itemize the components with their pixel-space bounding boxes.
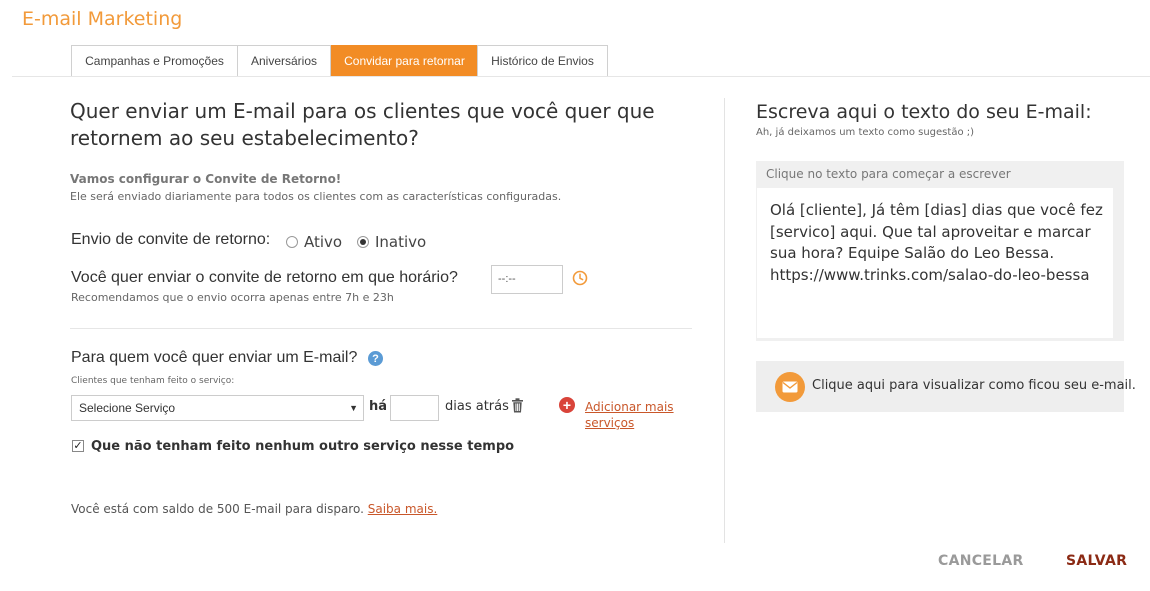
- clock-icon[interactable]: [572, 270, 588, 286]
- tabs-divider: [12, 76, 1150, 77]
- add-more-line2[interactable]: serviços: [585, 415, 674, 431]
- section-divider: [70, 328, 692, 329]
- time-hint: Recomendamos que o envio ocorra apenas e…: [71, 291, 394, 304]
- tab-historico[interactable]: Histórico de Envios: [477, 45, 608, 76]
- learn-more-link[interactable]: Saiba mais.: [368, 502, 438, 516]
- help-icon[interactable]: ?: [368, 351, 383, 366]
- cancel-button[interactable]: CANCELAR: [938, 553, 1024, 569]
- checkbox-label: Que não tenham feito nenhum outro serviç…: [91, 439, 515, 454]
- editor-hint: Clique no texto para começar a escrever: [766, 167, 1011, 181]
- editor-subtitle: Ah, já deixamos um texto como sugestão ;…: [756, 127, 975, 138]
- service-hint: Clientes que tenham feito o serviço:: [71, 376, 235, 386]
- add-more-services-link[interactable]: Adicionar mais serviços: [585, 399, 674, 431]
- config-title: Vamos configurar o Convite de Retorno!: [70, 172, 342, 186]
- tab-aniversarios[interactable]: Aniversários: [237, 45, 331, 76]
- tab-campanhas[interactable]: Campanhas e Promoções: [71, 45, 238, 76]
- mail-icon[interactable]: [775, 372, 805, 402]
- config-subtitle: Ele será enviado diariamente para todos …: [70, 190, 562, 203]
- ha-label: há: [369, 399, 388, 414]
- radio-inativo-circle[interactable]: [357, 236, 369, 248]
- add-more-line1[interactable]: Adicionar mais: [585, 399, 674, 415]
- time-input[interactable]: --:--: [491, 265, 563, 294]
- radio-ativo[interactable]: Ativo: [286, 233, 342, 251]
- message-line: Olá [cliente], Já têm [dias] dias que vo…: [770, 201, 1103, 219]
- message-line: [servico] aqui. Que tal aproveitar e mar…: [770, 222, 1091, 241]
- recipients-label: Para quem você quer enviar um E-mail?: [71, 349, 358, 366]
- service-select-value: Selecione Serviço: [79, 401, 176, 415]
- radio-inativo[interactable]: Inativo: [357, 233, 426, 251]
- days-suffix: dias atrás: [445, 399, 509, 414]
- select-arrow-icon: ▼: [349, 403, 358, 413]
- preview-label[interactable]: Clique aqui para visualizar como ficou s…: [812, 378, 1136, 393]
- main-question: Quer enviar um E-mail para os clientes q…: [70, 99, 655, 150]
- page-title: E-mail Marketing: [22, 8, 183, 30]
- service-select[interactable]: Selecione Serviço ▼: [71, 395, 364, 421]
- radio-inativo-label: Inativo: [375, 233, 427, 251]
- email-text-editor[interactable]: Olá [cliente], Já têm [dias] dias que vo…: [757, 188, 1113, 338]
- save-button[interactable]: SALVAR: [1066, 553, 1127, 569]
- message-line: https://www.trinks.com/salao-do-leo-bess…: [770, 265, 1090, 284]
- column-divider: [724, 98, 725, 543]
- radio-ativo-circle[interactable]: [286, 236, 298, 248]
- envelope-icon: [782, 381, 798, 393]
- tab-convidar-retornar[interactable]: Convidar para retornar: [331, 45, 478, 76]
- no-other-service-checkbox[interactable]: ✓: [72, 440, 84, 452]
- radio-ativo-label: Ativo: [304, 233, 343, 251]
- status-label: Envio de convite de retorno:: [71, 231, 271, 248]
- balance-text: Você está com saldo de 500 E-mail para d…: [71, 502, 364, 516]
- time-label: Você quer enviar o convite de retorno em…: [71, 269, 458, 286]
- editor-title: Escreva aqui o texto do seu E-mail:: [756, 101, 1092, 123]
- message-line: sua hora? Equipe Salão do Leo Bessa.: [770, 244, 1055, 262]
- days-input[interactable]: [390, 395, 439, 421]
- add-service-icon[interactable]: +: [559, 397, 575, 413]
- balance-line: Você está com saldo de 500 E-mail para d…: [71, 502, 437, 516]
- trash-icon[interactable]: [511, 398, 524, 413]
